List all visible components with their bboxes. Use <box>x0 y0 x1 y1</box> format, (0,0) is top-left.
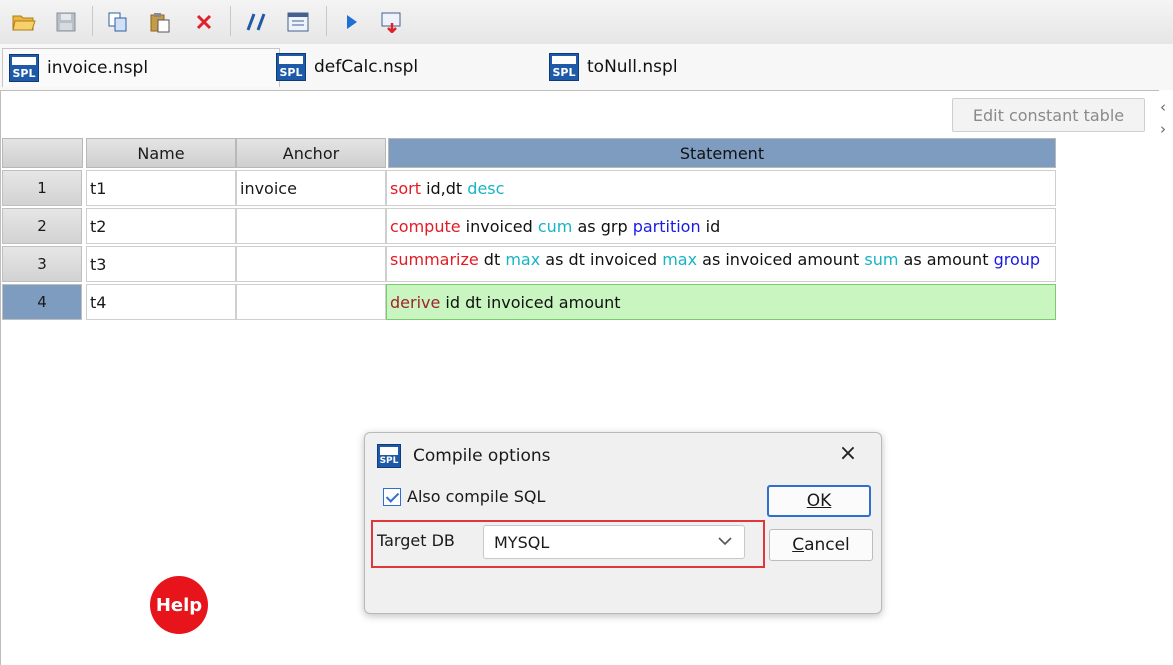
cancel-button[interactable]: Cancel <box>769 529 873 561</box>
help-button[interactable]: Help <box>150 576 208 634</box>
also-compile-sql-checkbox[interactable]: Also compile SQL <box>383 487 545 506</box>
row-header-3[interactable]: 3 <box>2 246 82 282</box>
statement-keyword: desc <box>467 178 505 198</box>
statement-keyword: derive <box>390 292 441 312</box>
tab-defcalc[interactable]: SPL defCalc.nspl <box>270 48 536 86</box>
tab-label: toNull.nspl <box>587 57 678 77</box>
statement-keyword: max <box>505 250 541 269</box>
edit-constant-table-button[interactable]: Edit constant table <box>952 98 1145 132</box>
header-anchor[interactable]: Anchor <box>236 138 386 168</box>
statement-text: as amount <box>898 250 994 269</box>
statement-keyword: summarize <box>390 250 479 269</box>
statement-keyword: cum <box>537 216 573 236</box>
chevron-down-icon <box>718 537 732 546</box>
toolbar <box>0 0 1173 45</box>
ok-button[interactable]: OK <box>767 485 871 517</box>
cell-anchor[interactable]: invoice <box>236 170 386 206</box>
close-icon[interactable]: × <box>837 443 859 465</box>
header-name[interactable]: Name <box>86 138 236 168</box>
statement-keyword: max <box>662 250 698 269</box>
cancel-label: Cancel <box>792 535 850 555</box>
cell-statement[interactable]: compute invoiced cum as grp partition id <box>386 208 1056 244</box>
statement-keyword: sum <box>864 250 899 269</box>
tab-invoice[interactable]: SPL invoice.nspl <box>2 48 280 87</box>
open-folder-icon[interactable] <box>10 8 38 36</box>
statement-text: id <box>700 216 721 236</box>
delete-icon[interactable] <box>190 8 218 36</box>
cell-anchor[interactable] <box>236 246 386 282</box>
side-scroll-arrows[interactable]: ‹ › <box>1160 96 1173 140</box>
spl-file-icon: SPL <box>549 53 579 81</box>
statement-text: dt <box>478 250 506 269</box>
tab-tonull[interactable]: SPL toNull.nspl <box>543 48 809 86</box>
cell-statement-selected[interactable]: derive id dt invoiced amount <box>386 284 1056 320</box>
statement-text: invoiced <box>460 216 538 236</box>
properties-icon[interactable] <box>284 8 312 36</box>
compile-icon[interactable] <box>378 8 406 36</box>
checkbox-checked-icon[interactable] <box>383 487 401 506</box>
row-header-1[interactable]: 1 <box>2 170 82 206</box>
cell-statement[interactable]: summarize dt max as dt invoiced max as i… <box>386 246 1056 282</box>
row-header-2[interactable]: 2 <box>2 208 82 244</box>
statement-keyword: group <box>993 250 1041 269</box>
cell-statement[interactable]: sort id,dt desc <box>386 170 1056 206</box>
spl-file-icon: SPL <box>9 54 39 82</box>
dialog-title-bar: SPL Compile options <box>377 441 551 471</box>
statement-text: id dt invoiced amount <box>440 292 621 312</box>
target-db-select[interactable]: MYSQL <box>483 525 745 559</box>
spl-app-icon: SPL <box>377 444 401 468</box>
cell-anchor[interactable] <box>236 284 386 320</box>
grid-corner <box>2 138 83 168</box>
statement-keyword: sort <box>390 178 421 198</box>
statement-text: as invoiced amount <box>697 250 865 269</box>
statement-text: as grp <box>572 216 633 236</box>
cell-anchor[interactable] <box>236 208 386 244</box>
paste-icon[interactable] <box>146 8 174 36</box>
cell-name[interactable]: t4 <box>86 284 236 320</box>
tab-label: invoice.nspl <box>47 58 149 78</box>
cell-name[interactable]: t3 <box>86 246 236 282</box>
also-compile-sql-label: Also compile SQL <box>407 487 546 506</box>
target-db-value: MYSQL <box>494 532 550 552</box>
save-icon[interactable] <box>52 8 80 36</box>
tab-label: defCalc.nspl <box>314 57 419 77</box>
tab-bar: SPL invoice.nspl SPL defCalc.nspl SPL to… <box>0 44 1173 90</box>
copy-icon[interactable] <box>104 8 132 36</box>
target-db-label: Target DB <box>377 531 455 550</box>
statement-keyword: compute <box>390 216 461 236</box>
row-header-4[interactable]: 4 <box>2 284 82 320</box>
run-icon[interactable] <box>338 8 366 36</box>
statement-text: as dt invoiced <box>540 250 663 269</box>
statement-text: id,dt <box>420 178 468 198</box>
chevron-left-icon[interactable]: ‹ <box>1160 96 1173 118</box>
cell-name[interactable]: t2 <box>86 208 236 244</box>
dialog-title: Compile options <box>413 446 551 466</box>
statement-keyword: partition <box>632 216 701 236</box>
chevron-right-icon[interactable]: › <box>1160 118 1173 140</box>
spl-file-icon: SPL <box>276 53 306 81</box>
comment-icon[interactable] <box>242 8 270 36</box>
compile-options-dialog: SPL Compile options × Also compile SQL T… <box>364 432 882 614</box>
cell-name[interactable]: t1 <box>86 170 236 206</box>
header-statement[interactable]: Statement <box>388 138 1056 168</box>
ok-label: OK <box>806 491 832 511</box>
